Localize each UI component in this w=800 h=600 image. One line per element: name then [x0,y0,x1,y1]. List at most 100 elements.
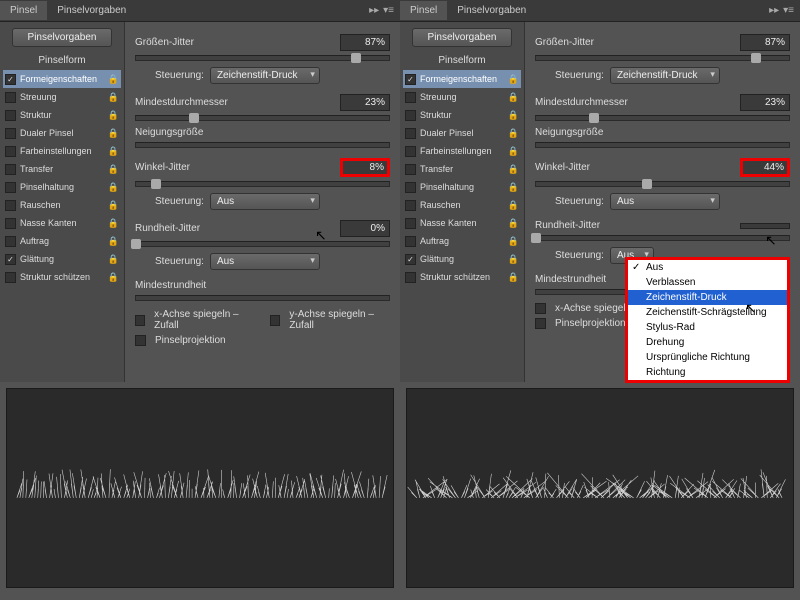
size-jitter-value[interactable]: 87% [340,34,390,51]
lock-icon[interactable]: 🔒 [508,146,519,157]
roundness-jitter-slider[interactable] [135,241,390,247]
lock-icon[interactable]: 🔒 [508,92,519,103]
lock-icon[interactable]: 🔒 [108,164,119,175]
min-diameter-value[interactable]: 23% [740,94,790,111]
angle-jitter-value[interactable]: 44% [740,158,790,177]
collapse-icon[interactable]: ▸▸ [369,5,379,16]
tab-presets[interactable]: Pinselvorgaben [47,1,136,20]
menu-item[interactable]: Richtung [628,365,787,380]
sidebar-item[interactable]: ✓Formeigenschaften🔒 [403,70,521,88]
lock-icon[interactable]: 🔒 [108,200,119,211]
size-control-dropdown[interactable]: Zeichenstift-Druck [210,67,320,84]
roundness-jitter-value[interactable] [740,223,790,229]
sidebar-checkbox[interactable] [5,218,16,229]
lock-icon[interactable]: 🔒 [508,254,519,265]
sidebar-item[interactable]: Streuung🔒 [3,88,121,106]
sidebar-item[interactable]: Nasse Kanten🔒 [3,214,121,232]
angle-jitter-value[interactable]: 8% [340,158,390,177]
menu-icon[interactable]: ▾≡ [383,5,394,16]
sidebar-item[interactable]: Struktur schützen🔒 [403,268,521,286]
sidebar-item[interactable]: Farbeinstellungen🔒 [3,142,121,160]
menu-item[interactable]: Drehung [628,335,787,350]
lock-icon[interactable]: 🔒 [508,200,519,211]
presets-button[interactable]: Pinselvorgaben [12,28,112,47]
roundness-jitter-value[interactable]: 0% [340,220,390,237]
roundness-jitter-slider[interactable] [535,235,790,241]
lock-icon[interactable]: 🔒 [508,218,519,229]
lock-icon[interactable]: 🔒 [508,110,519,121]
sidebar-checkbox[interactable] [405,110,416,121]
lock-icon[interactable]: 🔒 [108,236,119,247]
min-diameter-slider[interactable] [535,115,790,121]
sidebar-item[interactable]: Auftrag🔒 [403,232,521,250]
sidebar-checkbox[interactable] [405,200,416,211]
brush-shape-header[interactable]: Pinselform [3,55,121,66]
sidebar-item[interactable]: Streuung🔒 [403,88,521,106]
lock-icon[interactable]: 🔒 [508,128,519,139]
flip-x-checkbox[interactable] [135,315,145,326]
menu-item[interactable]: Ursprüngliche Richtung [628,350,787,365]
sidebar-checkbox[interactable]: ✓ [5,74,16,85]
sidebar-item[interactable]: ✓Glättung🔒 [3,250,121,268]
sidebar-item[interactable]: Pinselhaltung🔒 [3,178,121,196]
sidebar-checkbox[interactable]: ✓ [405,254,416,265]
sidebar-checkbox[interactable] [5,182,16,193]
lock-icon[interactable]: 🔒 [108,182,119,193]
sidebar-checkbox[interactable] [405,128,416,139]
sidebar-item[interactable]: Dualer Pinsel🔒 [3,124,121,142]
lock-icon[interactable]: 🔒 [108,128,119,139]
menu-item[interactable]: Verblassen [628,275,787,290]
roundness-control-dropdown[interactable]: Aus [210,253,320,270]
sidebar-checkbox[interactable] [405,182,416,193]
lock-icon[interactable]: 🔒 [508,182,519,193]
sidebar-checkbox[interactable] [5,92,16,103]
sidebar-item[interactable]: Struktur🔒 [3,106,121,124]
sidebar-checkbox[interactable] [405,92,416,103]
sidebar-item[interactable]: Auftrag🔒 [3,232,121,250]
projection-checkbox[interactable] [535,318,546,329]
sidebar-checkbox[interactable] [405,146,416,157]
min-diameter-slider[interactable] [135,115,390,121]
sidebar-item[interactable]: Struktur🔒 [403,106,521,124]
sidebar-checkbox[interactable] [405,164,416,175]
menu-item[interactable]: Zeichenstift-Druck [628,290,787,305]
collapse-icon[interactable]: ▸▸ [769,5,779,16]
sidebar-item[interactable]: Pinselhaltung🔒 [403,178,521,196]
tab-brush[interactable]: Pinsel [400,1,447,20]
lock-icon[interactable]: 🔒 [108,110,119,121]
sidebar-item[interactable]: Nasse Kanten🔒 [403,214,521,232]
sidebar-item[interactable]: Dualer Pinsel🔒 [403,124,521,142]
menu-item[interactable]: Stylus-Rad [628,320,787,335]
size-jitter-value[interactable]: 87% [740,34,790,51]
sidebar-checkbox[interactable] [5,272,16,283]
sidebar-item[interactable]: Transfer🔒 [3,160,121,178]
tab-brush[interactable]: Pinsel [0,1,47,20]
lock-icon[interactable]: 🔒 [508,164,519,175]
lock-icon[interactable]: 🔒 [108,146,119,157]
sidebar-item[interactable]: ✓Glättung🔒 [403,250,521,268]
lock-icon[interactable]: 🔒 [108,218,119,229]
angle-control-dropdown[interactable]: Aus [610,193,720,210]
lock-icon[interactable]: 🔒 [508,74,519,85]
lock-icon[interactable]: 🔒 [508,236,519,247]
sidebar-checkbox[interactable]: ✓ [405,74,416,85]
lock-icon[interactable]: 🔒 [108,92,119,103]
menu-item[interactable]: Zeichenstift-Schrägstellung [628,305,787,320]
sidebar-item[interactable]: Farbeinstellungen🔒 [403,142,521,160]
sidebar-item[interactable]: Rauschen🔒 [3,196,121,214]
flip-x-checkbox[interactable] [535,303,546,314]
angle-jitter-slider[interactable] [535,181,790,187]
sidebar-checkbox[interactable]: ✓ [5,254,16,265]
sidebar-item[interactable]: Struktur schützen🔒 [3,268,121,286]
size-jitter-slider[interactable] [535,55,790,61]
flip-y-checkbox[interactable] [270,315,280,326]
sidebar-checkbox[interactable] [5,110,16,121]
sidebar-item[interactable]: ✓Formeigenschaften🔒 [3,70,121,88]
sidebar-checkbox[interactable] [5,128,16,139]
size-jitter-slider[interactable] [135,55,390,61]
angle-control-dropdown[interactable]: Aus [210,193,320,210]
min-diameter-value[interactable]: 23% [340,94,390,111]
sidebar-checkbox[interactable] [5,236,16,247]
brush-shape-header[interactable]: Pinselform [403,55,521,66]
menu-icon[interactable]: ▾≡ [783,5,794,16]
